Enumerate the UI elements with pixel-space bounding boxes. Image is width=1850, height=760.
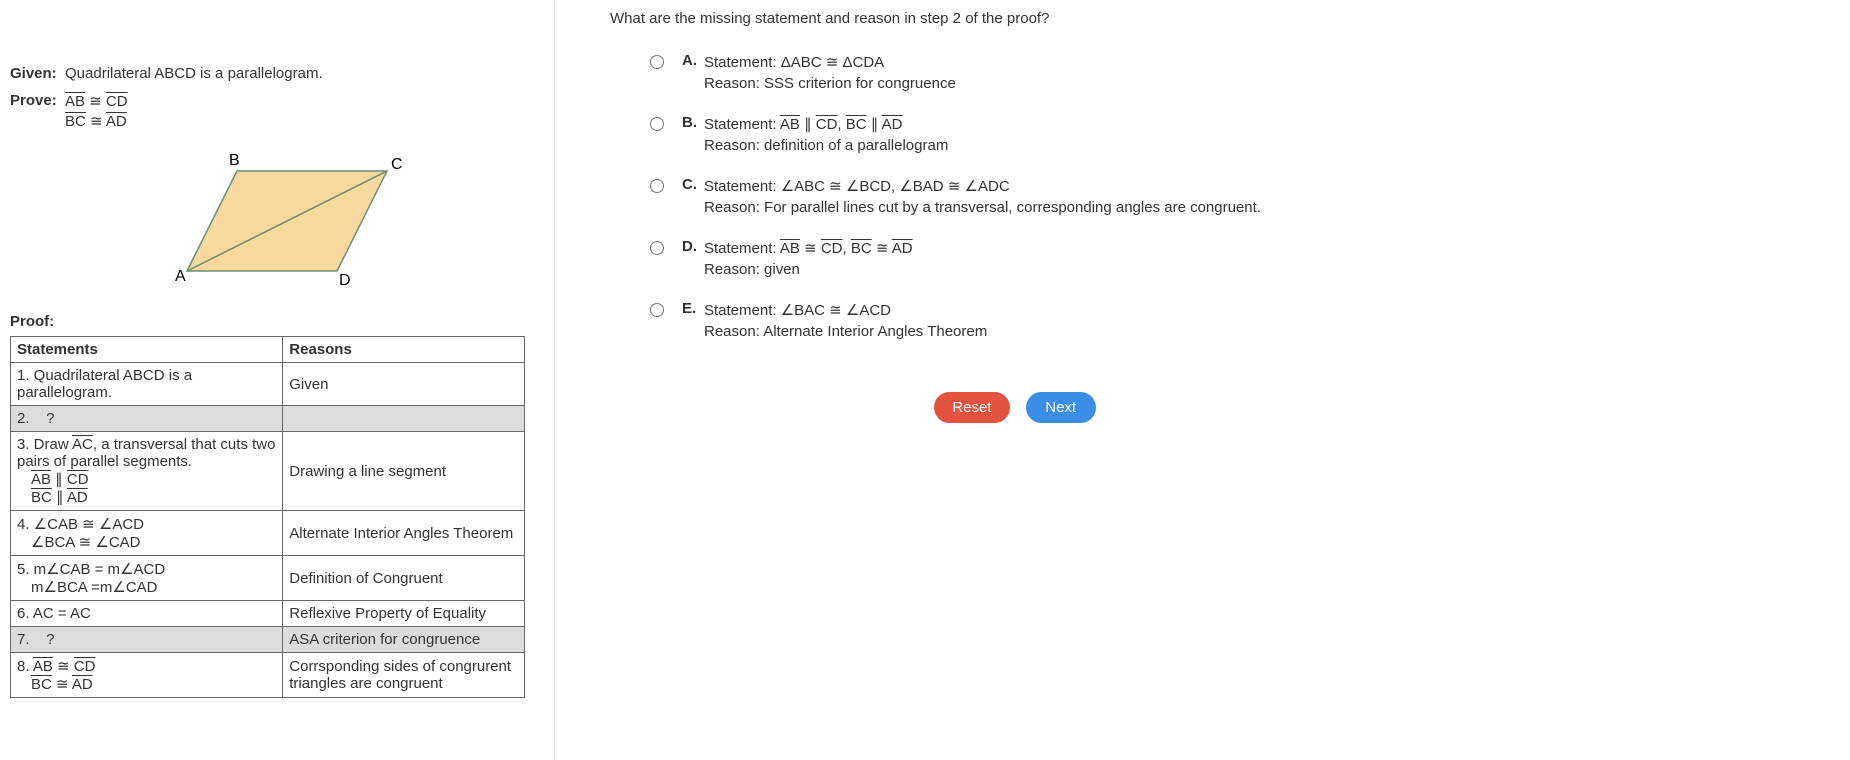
- question-text: What are the missing statement and reaso…: [610, 10, 1820, 27]
- choice-letter: A.: [682, 52, 704, 69]
- choice-body: Statement: AB ≅ CD, BC ≅ AD Reason: give…: [704, 238, 913, 280]
- col-reasons: Reasons: [283, 337, 525, 363]
- radio-icon[interactable]: [650, 179, 664, 193]
- vertex-b-label: B: [229, 152, 240, 169]
- reason-4: Alternate Interior Angles Theorem: [283, 511, 525, 556]
- radio-icon[interactable]: [650, 241, 664, 255]
- choice-reason: Reason: definition of a parallelogram: [704, 135, 948, 156]
- reason-5: Definition of Congruent: [283, 556, 525, 601]
- choice-reason: Reason: given: [704, 259, 913, 280]
- answer-choices: A. Statement: ΔABC ≅ ΔCDA Reason: SSS cr…: [650, 52, 1820, 342]
- button-row: Reset Next: [610, 392, 1820, 423]
- given-prove-block: Given: Quadrilateral ABCD is a parallelo…: [10, 65, 544, 131]
- col-statements: Statements: [11, 337, 283, 363]
- choice-d[interactable]: D. Statement: AB ≅ CD, BC ≅ AD Reason: g…: [650, 238, 1820, 280]
- choice-statement: Statement: ∠ABC ≅ ∠BCD, ∠BAD ≅ ∠ADC: [704, 176, 1261, 197]
- prove-text: AB ≅ CD BC ≅ AD: [65, 92, 128, 131]
- parallelogram-figure: A B C D: [10, 151, 544, 295]
- reset-button[interactable]: Reset: [934, 392, 1009, 423]
- stmt-2: 2. ?: [11, 406, 283, 432]
- choice-body: Statement: ΔABC ≅ ΔCDA Reason: SSS crite…: [704, 52, 956, 94]
- proof-heading: Proof:: [10, 313, 544, 330]
- vertex-a-label: A: [175, 268, 186, 285]
- table-row: 1. Quadrilateral ABCD is a parallelogram…: [11, 363, 525, 406]
- reason-2: [283, 406, 525, 432]
- table-row: 2. ?: [11, 406, 525, 432]
- choice-b[interactable]: B. Statement: AB ∥ CD, BC ∥ AD Reason: d…: [650, 114, 1820, 156]
- reason-6: Reflexive Property of Equality: [283, 601, 525, 627]
- radio-icon[interactable]: [650, 303, 664, 317]
- stmt-8: 8. AB ≅ CD BC ≅ AD: [11, 653, 283, 698]
- choice-body: Statement: AB ∥ CD, BC ∥ AD Reason: defi…: [704, 114, 948, 156]
- choice-statement: Statement: ∠BAC ≅ ∠ACD: [704, 300, 987, 321]
- radio-icon[interactable]: [650, 55, 664, 69]
- table-row: 5. m∠CAB = m∠ACD m∠BCA =m∠CAD Definition…: [11, 556, 525, 601]
- choice-e[interactable]: E. Statement: ∠BAC ≅ ∠ACD Reason: Altern…: [650, 300, 1820, 342]
- prove-label: Prove:: [10, 92, 65, 131]
- table-row: 8. AB ≅ CD BC ≅ AD Corrsponding sides of…: [11, 653, 525, 698]
- segment-cd: CD: [106, 93, 128, 110]
- segment-bc: BC: [65, 113, 86, 130]
- reason-7: ASA criterion for congruence: [283, 627, 525, 653]
- table-row: 6. AC = AC Reflexive Property of Equalit…: [11, 601, 525, 627]
- table-row: 3. Draw AC, a transversal that cuts two …: [11, 432, 525, 511]
- choice-statement: Statement: ΔABC ≅ ΔCDA: [704, 52, 956, 73]
- stmt-1: 1. Quadrilateral ABCD is a parallelogram…: [11, 363, 283, 406]
- vertex-c-label: C: [391, 156, 403, 173]
- choice-letter: E.: [682, 300, 704, 317]
- given-label: Given:: [10, 65, 65, 82]
- choice-letter: D.: [682, 238, 704, 255]
- stmt-5: 5. m∠CAB = m∠ACD m∠BCA =m∠CAD: [11, 556, 283, 601]
- choice-statement: Statement: AB ≅ CD, BC ≅ AD: [704, 238, 913, 259]
- choice-c[interactable]: C. Statement: ∠ABC ≅ ∠BCD, ∠BAD ≅ ∠ADC R…: [650, 176, 1820, 218]
- next-button[interactable]: Next: [1026, 392, 1096, 423]
- stmt-7: 7. ?: [11, 627, 283, 653]
- vertex-d-label: D: [339, 272, 351, 289]
- stmt-6: 6. AC = AC: [11, 601, 283, 627]
- choice-letter: C.: [682, 176, 704, 193]
- given-text: Quadrilateral ABCD is a parallelogram.: [65, 65, 323, 82]
- reason-3: Drawing a line segment: [283, 432, 525, 511]
- table-row: 7. ? ASA criterion for congruence: [11, 627, 525, 653]
- table-row: 4. ∠CAB ≅ ∠ACD ∠BCA ≅ ∠CAD Alternate Int…: [11, 511, 525, 556]
- right-panel: What are the missing statement and reaso…: [555, 0, 1850, 760]
- choice-body: Statement: ∠ABC ≅ ∠BCD, ∠BAD ≅ ∠ADC Reas…: [704, 176, 1261, 218]
- stmt-3: 3. Draw AC, a transversal that cuts two …: [11, 432, 283, 511]
- choice-reason: Reason: For parallel lines cut by a tran…: [704, 197, 1261, 218]
- left-panel: Given: Quadrilateral ABCD is a parallelo…: [0, 0, 555, 760]
- stmt-4: 4. ∠CAB ≅ ∠ACD ∠BCA ≅ ∠CAD: [11, 511, 283, 556]
- proof-table: Statements Reasons 1. Quadrilateral ABCD…: [10, 336, 525, 698]
- reason-8: Corrsponding sides of congrurent triangl…: [283, 653, 525, 698]
- radio-icon[interactable]: [650, 117, 664, 131]
- choice-statement: Statement: AB ∥ CD, BC ∥ AD: [704, 114, 948, 135]
- choice-a[interactable]: A. Statement: ΔABC ≅ ΔCDA Reason: SSS cr…: [650, 52, 1820, 94]
- choice-reason: Reason: SSS criterion for congruence: [704, 73, 956, 94]
- choice-letter: B.: [682, 114, 704, 131]
- choice-reason: Reason: Alternate Interior Angles Theore…: [704, 321, 987, 342]
- reason-1: Given: [283, 363, 525, 406]
- segment-ab: AB: [65, 93, 85, 110]
- segment-ad: AD: [106, 113, 127, 130]
- parallelogram-svg: A B C D: [147, 151, 407, 291]
- choice-body: Statement: ∠BAC ≅ ∠ACD Reason: Alternate…: [704, 300, 987, 342]
